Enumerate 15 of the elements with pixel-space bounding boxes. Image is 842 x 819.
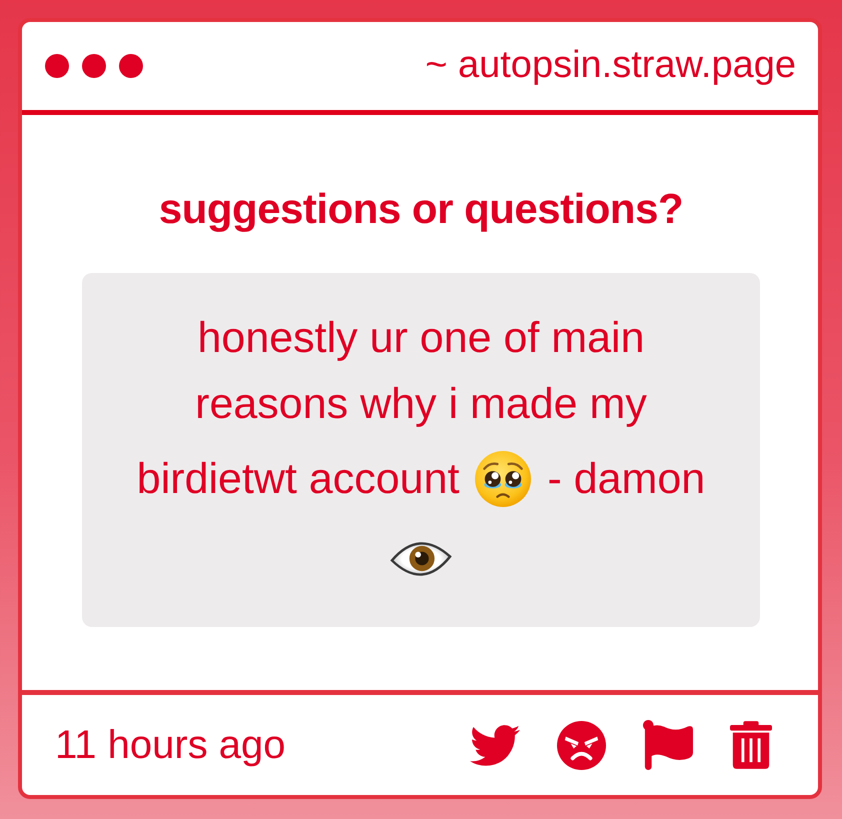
window-dot-icon — [82, 54, 106, 78]
site-address: ~ autopsin.straw.page — [425, 44, 796, 88]
window-dot-icon — [119, 54, 143, 78]
message-text: reasons why i made my — [195, 380, 647, 430]
flag-icon[interactable] — [643, 720, 693, 770]
angry-face-icon[interactable] — [557, 720, 606, 770]
window-dot-icon — [45, 54, 69, 78]
pleading-face-icon — [475, 451, 532, 508]
card-title: suggestions or questions? — [158, 185, 684, 234]
bird-icon[interactable] — [470, 724, 520, 766]
message-text: honestly ur one of main — [198, 314, 644, 364]
message-text: birdietwt account — [136, 454, 460, 504]
timestamp: 11 hours ago — [55, 722, 286, 768]
message-text: - damon — [547, 454, 706, 504]
trash-icon[interactable] — [730, 721, 772, 769]
